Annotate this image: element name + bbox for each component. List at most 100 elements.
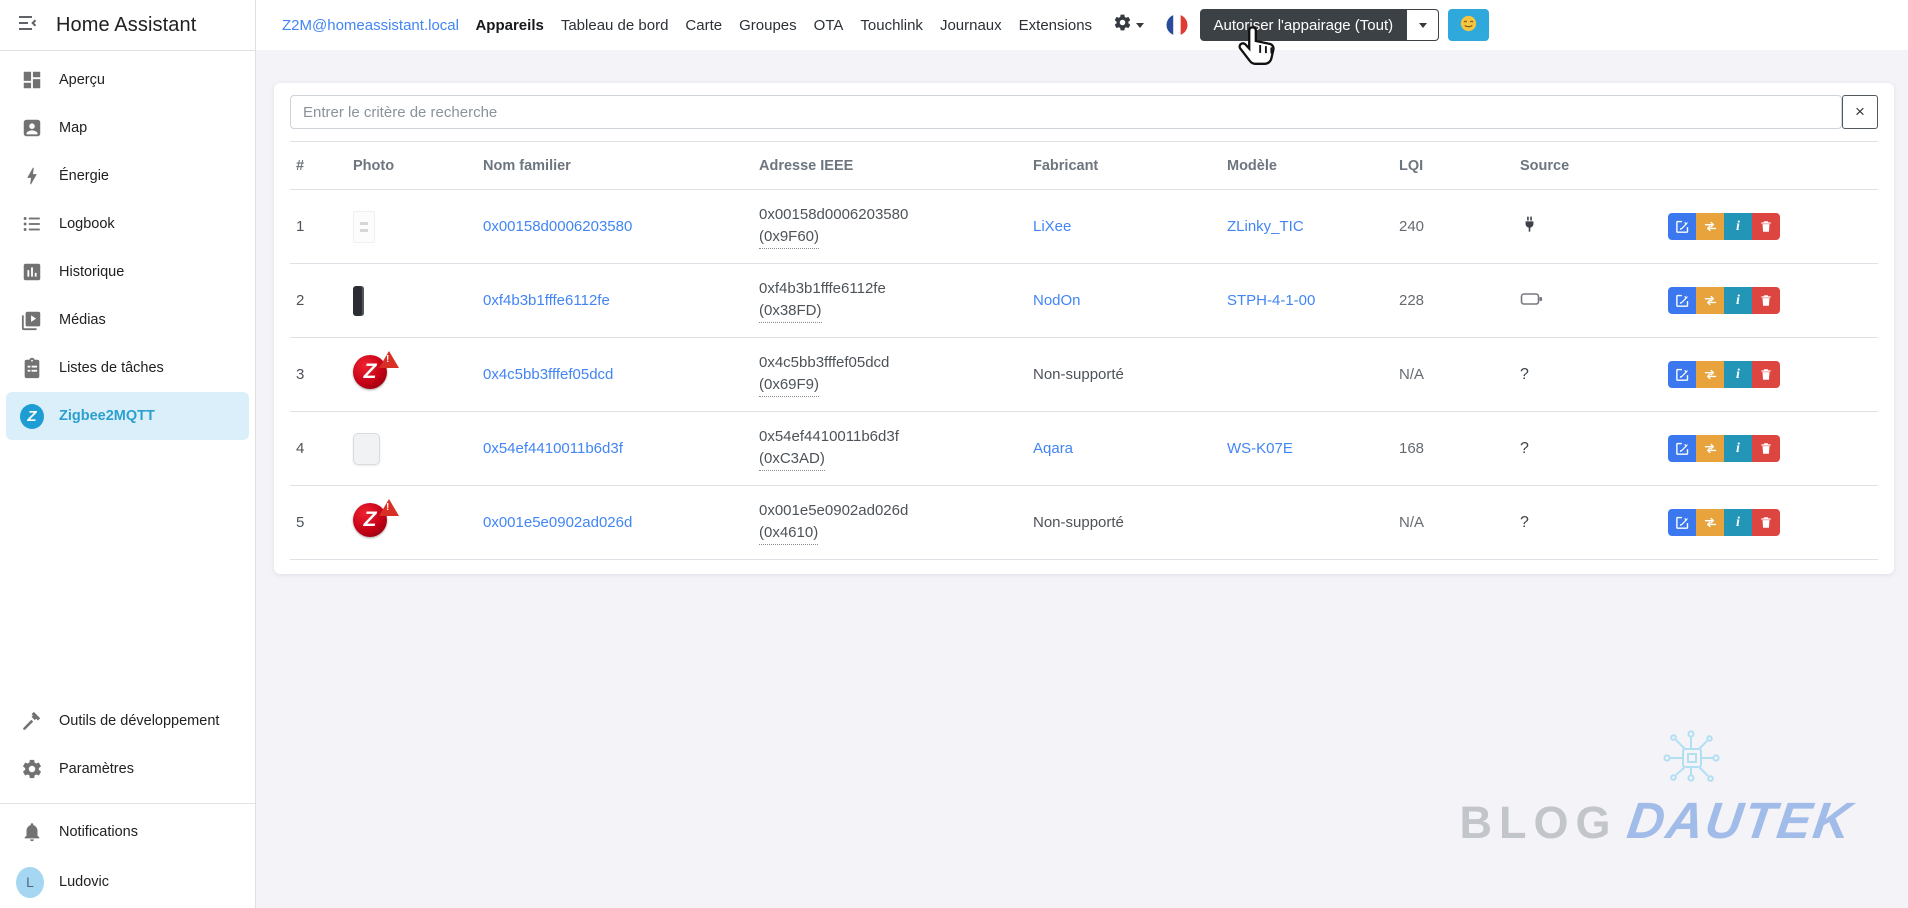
reconfigure-button[interactable] [1696,509,1724,536]
device-photo [347,432,477,465]
vendor-link[interactable]: Aqara [1033,440,1073,457]
zlinky-device-photo [353,210,375,243]
menu-open-icon[interactable] [16,11,40,40]
row-num: 4 [296,440,305,457]
nodon-device-photo [353,285,364,316]
delete-button[interactable] [1752,509,1780,536]
device-name-link[interactable]: 0x4c5bb3fffef05dcd [483,366,613,383]
bell-icon [20,820,44,844]
warning-icon: ! [379,350,399,368]
sidebar-item-label: Listes de tâches [59,360,164,376]
ieee-address: 0x001e5e0902ad026d [759,502,909,520]
edit-button[interactable] [1668,361,1696,388]
sidebar-item-zigbee2mqtt[interactable]: Z Zigbee2MQTT [6,392,249,440]
delete-button[interactable] [1752,213,1780,240]
tab-journaux[interactable]: Journaux [940,17,1002,34]
sidebar-item-label: Logbook [59,216,115,232]
delete-button[interactable] [1752,287,1780,314]
model-link[interactable]: STPH-4-1-00 [1227,292,1315,309]
tab-extensions[interactable]: Extensions [1019,17,1092,34]
sidebar-item-listes-de-taches[interactable]: Listes de tâches [0,344,255,392]
bridge-link[interactable]: Z2M@homeassistant.local [282,17,459,34]
model-link[interactable]: ZLinky_TIC [1227,218,1304,235]
power-source [1514,215,1654,238]
delete-button[interactable] [1752,435,1780,462]
info-button[interactable]: i [1724,509,1752,536]
sidebar-item-label: Aperçu [59,72,105,88]
sidebar-item-outils-developpement[interactable]: Outils de développement [0,697,255,745]
vendor-text: Non-supporté [1033,366,1124,383]
edit-button[interactable] [1668,509,1696,536]
info-button[interactable]: i [1724,435,1752,462]
reconfigure-button[interactable] [1696,361,1724,388]
edit-button[interactable] [1668,213,1696,240]
delete-button[interactable] [1752,361,1780,388]
sidebar-item-map[interactable]: Map [0,104,255,152]
col-fabricant: Fabricant [1033,157,1099,174]
lqi-value: N/A [1399,514,1425,531]
warning-icon: ! [379,498,399,516]
devices-table: # Photo Nom familier Adresse IEEE Fabric… [290,141,1878,560]
reconfigure-button[interactable] [1696,435,1724,462]
sidebar-item-parametres[interactable]: Paramètres [0,745,255,793]
search-input[interactable] [290,95,1842,129]
col-adresse-ieee: Adresse IEEE [759,157,854,174]
sidebar-item-energie[interactable]: Énergie [0,152,255,200]
sidebar-item-historique[interactable]: Historique [0,248,255,296]
clear-search-button[interactable]: × [1842,95,1878,129]
device-name-link[interactable]: 0x00158d0006203580 [483,218,632,235]
model-link[interactable]: WS-K07E [1227,440,1293,457]
tab-carte[interactable]: Carte [685,17,722,34]
info-button[interactable]: i [1724,213,1752,240]
row-actions: i [1654,213,1878,240]
sidebar-user[interactable]: L Ludovic [0,856,255,908]
reconfigure-button[interactable] [1696,287,1724,314]
info-button[interactable]: i [1724,361,1752,388]
tab-appareils[interactable]: Appareils [475,17,543,34]
permit-join-button[interactable]: Autoriser l'appairage (Tout) [1199,9,1408,41]
row-num: 5 [296,514,305,531]
permit-join-dropdown-toggle[interactable] [1407,9,1440,41]
tab-groupes[interactable]: Groupes [739,17,797,34]
device-photo [347,210,477,243]
info-button[interactable]: i [1724,287,1752,314]
vendor-link[interactable]: NodOn [1033,292,1081,309]
network-address[interactable]: (0xC3AD) [759,448,825,471]
tab-touchlink[interactable]: Touchlink [860,17,923,34]
edit-button[interactable] [1668,287,1696,314]
network-address[interactable]: (0x38FD) [759,300,822,323]
table-row: 1 0x00158d0006203580 0x00158d0006203580 … [290,190,1878,264]
power-source [1514,291,1654,311]
ieee-address: 0x4c5bb3fffef05dcd [759,354,890,372]
chevron-down-icon [1135,22,1144,28]
settings-dropdown[interactable] [1113,13,1144,37]
network-address[interactable]: (0x9F60) [759,226,820,249]
edit-button[interactable] [1668,435,1696,462]
sidebar-item-apercu[interactable]: Aperçu [0,56,255,104]
lqi-value: 168 [1399,440,1425,457]
tab-tableau-de-bord[interactable]: Tableau de bord [561,17,669,34]
lqi-value: N/A [1399,366,1425,383]
col-modele: Modèle [1227,157,1277,174]
chevron-down-icon [1418,22,1427,28]
sidebar-item-medias[interactable]: Médias [0,296,255,344]
tab-ota[interactable]: OTA [814,17,844,34]
emoji-button[interactable] [1448,9,1490,41]
device-name-link[interactable]: 0x001e5e0902ad026d [483,514,632,531]
network-address[interactable]: (0x4610) [759,522,819,545]
device-name-link[interactable]: 0x54ef4410011b6d3f [483,440,623,457]
sidebar-nav: Aperçu Map Énergie Logbook Historique Mé… [0,51,255,440]
sidebar-item-label: Zigbee2MQTT [59,408,155,424]
sidebar-item-notifications[interactable]: Notifications [0,808,255,856]
hammer-icon [20,709,44,733]
circuit-chip-icon [1660,729,1722,794]
sidebar-item-logbook[interactable]: Logbook [0,200,255,248]
device-name-link[interactable]: 0xf4b3b1fffe6112fe [483,292,610,309]
device-ieee: 0x001e5e0902ad026d (0x4610) [753,500,1027,545]
french-flag-icon[interactable] [1166,14,1188,36]
reconfigure-button[interactable] [1696,213,1724,240]
watermark-blog-text: BLOG [1459,797,1618,848]
network-address[interactable]: (0x69F9) [759,374,820,397]
device-photo [347,285,477,316]
vendor-link[interactable]: LiXee [1033,218,1071,235]
